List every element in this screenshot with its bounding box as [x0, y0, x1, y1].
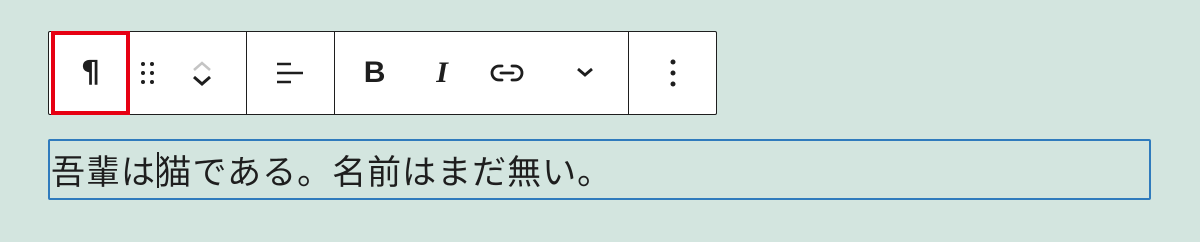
- move-down-button[interactable]: [166, 73, 238, 114]
- paragraph-text-before-caret: 吾輩は: [51, 153, 156, 193]
- more-vertical-icon: [670, 59, 675, 87]
- formatting-group: B I: [335, 32, 629, 114]
- align-text-button[interactable]: [247, 32, 334, 114]
- bold-icon: B: [363, 56, 386, 89]
- paragraph-block-type-button[interactable]: ¶: [51, 30, 130, 115]
- block-switcher-group: ¶: [49, 30, 247, 115]
- drag-handle-icon: [141, 62, 154, 84]
- link-icon: [490, 64, 524, 82]
- paragraph-block[interactable]: 吾輩は 猫である。名前はまだ無い。: [48, 139, 1151, 200]
- chevron-down-icon: [576, 67, 593, 77]
- drag-handle[interactable]: [130, 32, 166, 114]
- more-rich-text-controls-button[interactable]: [545, 32, 625, 114]
- italic-icon: I: [436, 56, 448, 89]
- align-left-icon: [277, 62, 304, 84]
- link-button[interactable]: [470, 32, 545, 114]
- block-toolbar: ¶ B I: [48, 30, 717, 115]
- chevron-up-icon: [193, 61, 211, 71]
- options-group: [629, 32, 716, 114]
- block-mover: [166, 32, 238, 114]
- alignment-group: [247, 32, 335, 114]
- move-up-button[interactable]: [166, 32, 238, 73]
- block-options-button[interactable]: [629, 32, 716, 114]
- italic-button[interactable]: I: [415, 32, 470, 114]
- paragraph-icon: ¶: [80, 55, 101, 90]
- bold-button[interactable]: B: [335, 32, 415, 114]
- chevron-down-icon: [193, 75, 211, 86]
- paragraph-text-after-caret: 猫である。名前はまだ無い。: [157, 153, 613, 193]
